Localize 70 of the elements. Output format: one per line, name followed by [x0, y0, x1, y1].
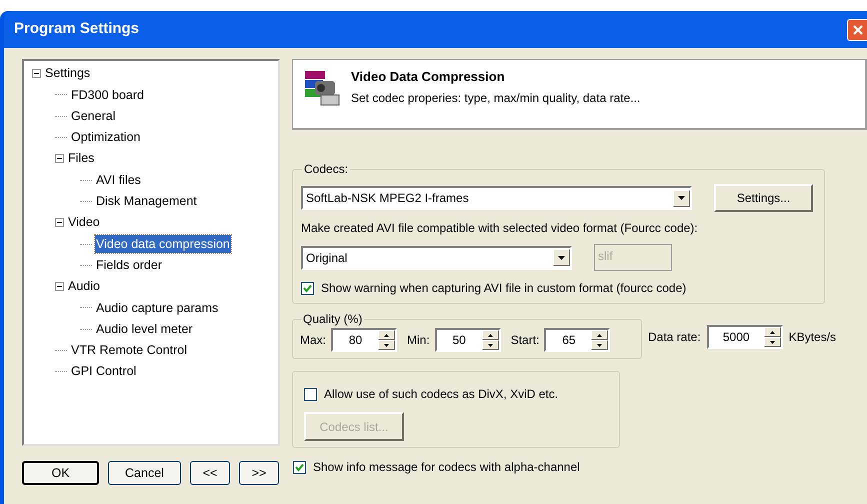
settings-button[interactable]: Settings... [714, 184, 813, 212]
collapse-icon[interactable] [55, 218, 64, 228]
compat-label: Make created AVI file compatible with selected video format (Fourcc code): [301, 220, 699, 237]
spinner-label: Start: [510, 332, 540, 349]
spin-field[interactable]: 50 [434, 328, 501, 352]
checkbox[interactable] [293, 460, 306, 474]
tree-item[interactable]: Files [67, 149, 96, 168]
spin-field[interactable]: 80 [331, 328, 398, 352]
tree-item[interactable]: Video data compression [95, 234, 231, 254]
checkbox-label: Show warning when capturing AVI file in custom format (fourcc code) [321, 280, 686, 297]
tree-item[interactable]: VTR Remote Control [70, 341, 188, 360]
spin-down-button[interactable] [591, 340, 608, 350]
collapse-icon[interactable] [32, 69, 41, 78]
spin-up-button[interactable] [378, 330, 396, 340]
format-dropdown[interactable]: Original [301, 246, 572, 270]
dropdown-button[interactable] [553, 249, 570, 266]
caret-icon [558, 256, 565, 260]
tree-item[interactable]: Audio capture params [95, 298, 220, 318]
dropdown-button[interactable] [673, 190, 690, 206]
down-arrow-icon [770, 340, 775, 344]
window-title: Program Settings [13, 19, 140, 40]
tree-item[interactable]: Audio level meter [95, 320, 194, 339]
data-rate-label: Data rate: [648, 329, 701, 346]
down-arrow-icon [597, 344, 602, 346]
checkbox[interactable] [304, 388, 317, 400]
dialog-button[interactable]: Cancel [108, 461, 181, 485]
spin-up-button[interactable] [764, 327, 781, 337]
group-label: Quality (%) [302, 311, 364, 328]
spin-up-button[interactable] [482, 330, 499, 340]
up-arrow-icon [384, 334, 390, 336]
tree-item[interactable]: Optimization [70, 128, 142, 147]
spin-field[interactable]: 5000 [706, 325, 783, 349]
tree-item[interactable]: Audio [67, 277, 101, 296]
caret-icon [678, 196, 685, 200]
up-arrow-icon [597, 334, 602, 336]
tree-item[interactable]: General [70, 106, 116, 126]
header-subtitle: Set codec properies: type, max/min quality, data rate... [351, 90, 640, 106]
checkbox-label: Allow use of such codecs as DivX, XviD etc. [324, 386, 558, 403]
group-label: Codecs: [303, 161, 350, 178]
spin-down-button[interactable] [764, 337, 781, 347]
close-icon [852, 24, 862, 34]
video-books-icon [303, 69, 341, 107]
up-arrow-icon [488, 334, 493, 336]
up-arrow-icon [770, 330, 775, 334]
dialog-button[interactable]: OK [22, 461, 99, 485]
tree-item[interactable]: Settings [44, 64, 92, 84]
close-button[interactable] [847, 18, 867, 40]
tree-item[interactable]: AVI files [95, 170, 142, 190]
tree-item[interactable]: Video [67, 213, 101, 232]
tree-item[interactable]: GPI Control [70, 362, 138, 382]
spin-up-button[interactable] [591, 330, 608, 340]
spinner-label: Min: [407, 332, 430, 349]
dialog-button[interactable]: << [190, 461, 230, 485]
collapse-icon[interactable] [55, 154, 64, 164]
spin-down-button[interactable] [482, 340, 499, 350]
codec-dropdown[interactable]: SoftLab-NSK MPEG2 I-frames [301, 186, 692, 210]
checkbox[interactable] [301, 282, 314, 294]
tree-item[interactable]: Disk Management [95, 192, 198, 211]
spinner-label: Max: [300, 332, 326, 349]
unit-label: KBytes/s [788, 329, 836, 346]
tree-item[interactable]: FD300 board [70, 86, 145, 104]
collapse-icon[interactable] [55, 282, 64, 292]
spin-down-button[interactable] [378, 340, 396, 350]
down-arrow-icon [488, 344, 493, 346]
checkbox-label: Show info message for codecs with alpha-channel [313, 459, 580, 476]
spin-field[interactable]: 65 [544, 328, 610, 352]
dialog-button[interactable]: >> [239, 461, 279, 485]
tree-item[interactable]: Fields order [95, 256, 163, 275]
down-arrow-icon [384, 344, 390, 346]
header-title: Video Data Compression [351, 68, 506, 86]
